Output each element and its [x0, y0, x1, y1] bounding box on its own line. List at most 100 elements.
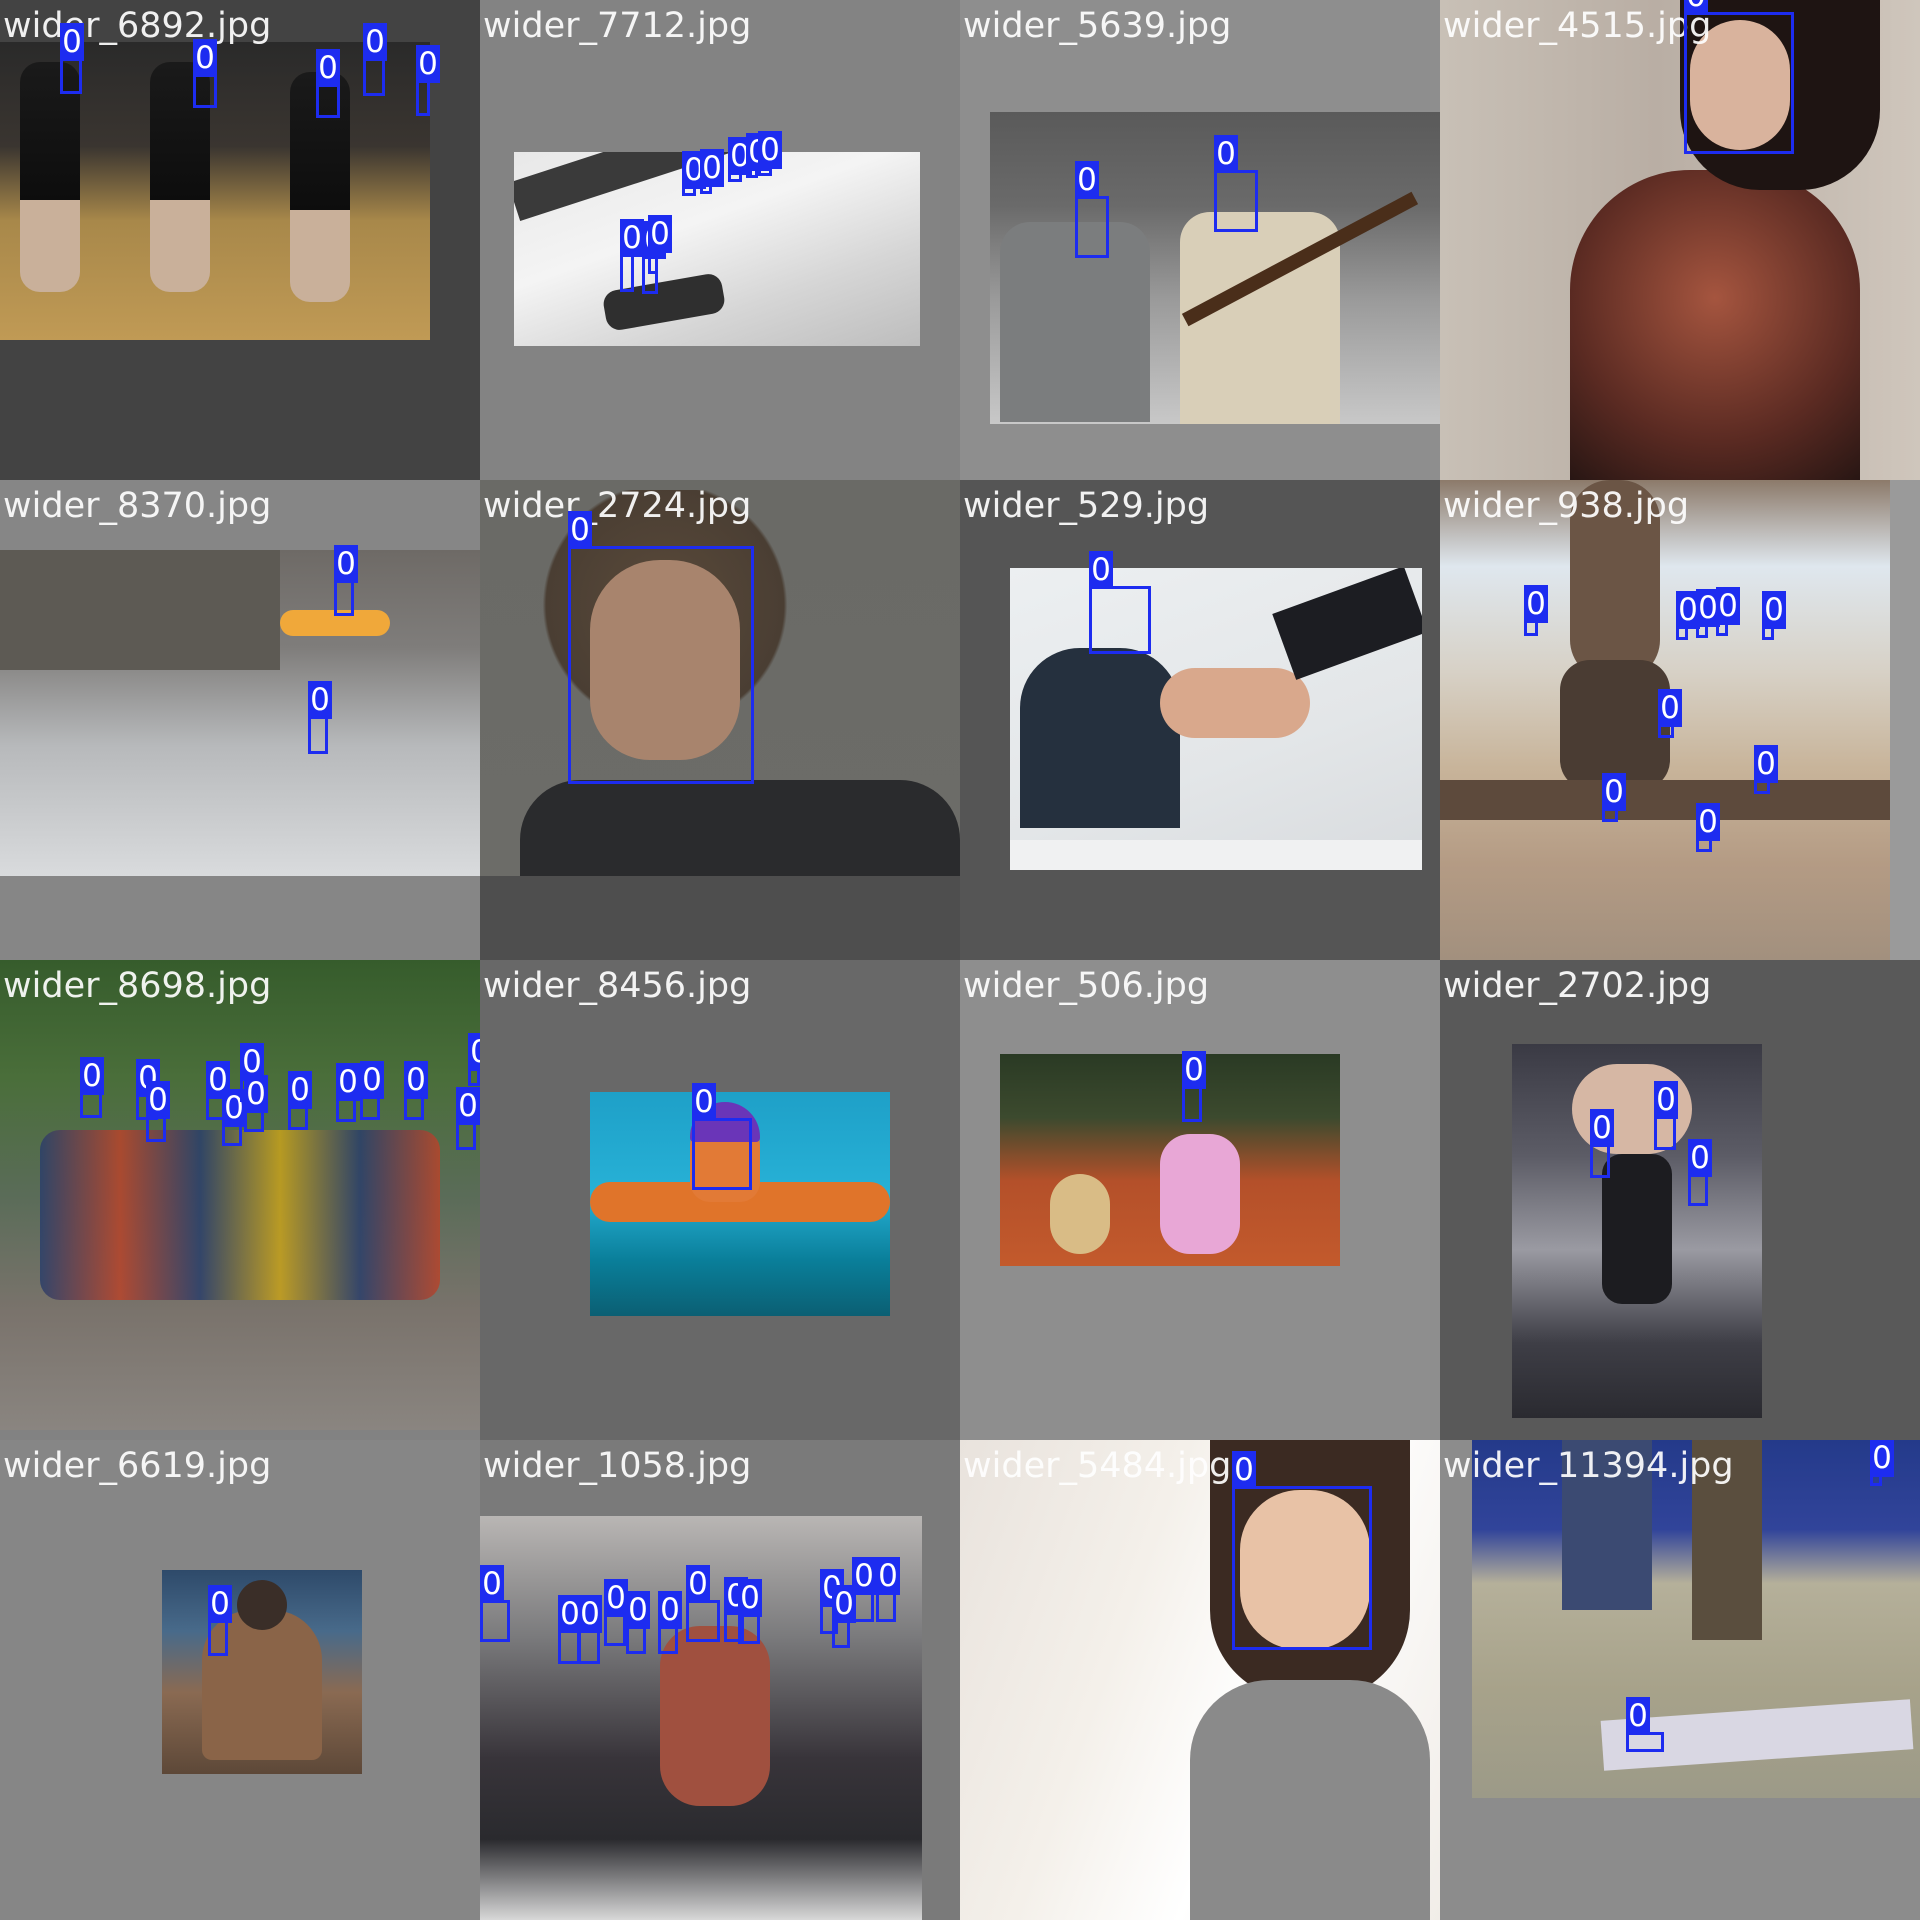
class-label: 0 [686, 1565, 710, 1603]
face-detection-box: 0 [456, 1087, 480, 1150]
mosaic-tile: wider_11394.jpg 0 0 [1440, 1440, 1920, 1920]
tile-photo [1000, 1054, 1340, 1266]
face-detection-box: 0 [1684, 0, 1794, 154]
mosaic-tile: wider_5484.jpg 0 [960, 1440, 1440, 1920]
face-detection-box: 0 [308, 681, 332, 754]
class-label: 0 [1232, 1451, 1256, 1489]
class-label: 0 [193, 39, 217, 77]
mosaic-grid: wider_6892.jpg 0 0 0 0 0 wider_7712.jpg … [0, 0, 1920, 1920]
class-label: 0 [1590, 1109, 1614, 1147]
face-detection-box: 0 [568, 511, 754, 784]
face-detection-box: 0 [1654, 1081, 1678, 1150]
class-label: 0 [700, 149, 724, 187]
class-label: 0 [360, 1061, 384, 1099]
tile-filename: wider_938.jpg [1443, 486, 1690, 526]
tile-filename: wider_8456.jpg [483, 966, 752, 1006]
mosaic-tile: wider_506.jpg 0 [960, 960, 1440, 1440]
class-label: 0 [1524, 585, 1548, 623]
class-label: 0 [1182, 1051, 1206, 1089]
face-detection-box: 0 [222, 1089, 246, 1146]
face-detection-box: 0 [1870, 1440, 1894, 1486]
face-detection-box: 0 [1716, 587, 1740, 636]
class-label: 0 [60, 23, 84, 61]
face-detection-box: 0 [1658, 689, 1682, 738]
face-detection-box: 0 [1590, 1109, 1614, 1178]
tile-photo [162, 1570, 362, 1774]
face-detection-box: 0 [692, 1083, 752, 1190]
face-detection-box: 0 [728, 137, 752, 182]
tile-filename: wider_529.jpg [963, 486, 1210, 526]
class-label: 0 [876, 1557, 900, 1595]
face-detection-box: 0 [1232, 1451, 1372, 1650]
class-label: 0 [1684, 0, 1708, 15]
class-label: 0 [244, 1075, 268, 1113]
class-label: 0 [468, 1033, 480, 1071]
tile-photo [1472, 1440, 1920, 1798]
class-label: 0 [334, 545, 358, 583]
tile-filename: wider_7712.jpg [483, 6, 752, 46]
class-label: 0 [1214, 135, 1238, 173]
class-label: 0 [1602, 773, 1626, 811]
class-label: 0 [620, 219, 644, 257]
mosaic-tile: wider_8456.jpg 0 [480, 960, 960, 1440]
mosaic-tile: wider_6892.jpg 0 0 0 0 0 [0, 0, 480, 480]
class-label: 0 [1688, 1139, 1712, 1177]
class-label: 0 [363, 23, 387, 61]
tile-filename: wider_2702.jpg [1443, 966, 1712, 1006]
class-label: 0 [308, 681, 332, 719]
class-label: 0 [604, 1579, 628, 1617]
face-detection-box: 0 [700, 149, 724, 194]
face-detection-box: 0 [876, 1557, 900, 1622]
class-label: 0 [404, 1061, 428, 1099]
class-label: 0 [738, 1579, 762, 1617]
face-detection-box: 0 [334, 545, 358, 616]
tile-filename: wider_506.jpg [963, 966, 1210, 1006]
mosaic-tile: wider_2724.jpg 0 [480, 480, 960, 960]
face-detection-box: 0 [682, 151, 706, 196]
face-detection-box: 0 [193, 39, 217, 108]
face-detection-box: 0 [758, 131, 782, 176]
class-label: 0 [1870, 1440, 1894, 1477]
mosaic-tile: wider_1058.jpg 0 0 0 0 0 0 0 0 0 0 0 0 0 [480, 1440, 960, 1920]
class-label: 0 [758, 131, 782, 169]
class-label: 0 [336, 1063, 360, 1101]
tile-filename: wider_5484.jpg [963, 1446, 1232, 1486]
class-label: 0 [1075, 161, 1099, 199]
class-label: 0 [648, 215, 672, 253]
class-label: 0 [568, 511, 592, 549]
face-detection-box: 0 [852, 1557, 876, 1622]
class-label: 0 [658, 1591, 682, 1629]
class-label: 0 [1626, 1697, 1650, 1735]
class-label: 0 [1696, 803, 1720, 841]
face-detection-box: 0 [416, 45, 440, 116]
face-detection-box: 0 [1626, 1697, 1664, 1752]
face-detection-box: 0 [288, 1071, 312, 1130]
face-detection-box: 0 [316, 49, 340, 118]
mosaic-tile: wider_8698.jpg 0 0 0 0 0 0 0 0 0 0 0 0 0 [0, 960, 480, 1440]
tile-photo [1512, 1044, 1762, 1418]
face-detection-box: 0 [208, 1585, 232, 1656]
class-label: 0 [852, 1557, 876, 1595]
face-detection-box: 0 [244, 1075, 268, 1132]
class-label: 0 [1716, 587, 1740, 625]
tile-filename: wider_8370.jpg [3, 486, 272, 526]
class-label: 0 [416, 45, 440, 83]
class-label: 0 [456, 1087, 480, 1125]
face-detection-box: 0 [363, 23, 387, 96]
mosaic-tile: wider_4515.jpg 0 [1440, 0, 1920, 480]
face-detection-box: 0 [468, 1033, 480, 1086]
mosaic-tile: wider_938.jpg 0 0 0 0 0 0 0 0 0 [1440, 480, 1920, 960]
tile-photo [0, 960, 480, 1430]
face-detection-box: 0 [1602, 773, 1626, 822]
face-detection-box: 0 [1075, 161, 1109, 258]
class-label: 0 [316, 49, 340, 87]
face-detection-box: 0 [746, 133, 770, 178]
face-detection-box: 0 [146, 1081, 170, 1142]
face-detection-box: 0 [404, 1061, 428, 1120]
face-detection-box: 0 [686, 1565, 720, 1642]
tile-filename: wider_5639.jpg [963, 6, 1232, 46]
face-detection-box: 0 [658, 1591, 682, 1654]
class-label: 0 [1089, 551, 1113, 589]
face-detection-box: 0 [480, 1565, 510, 1642]
class-label: 0 [480, 1565, 504, 1603]
